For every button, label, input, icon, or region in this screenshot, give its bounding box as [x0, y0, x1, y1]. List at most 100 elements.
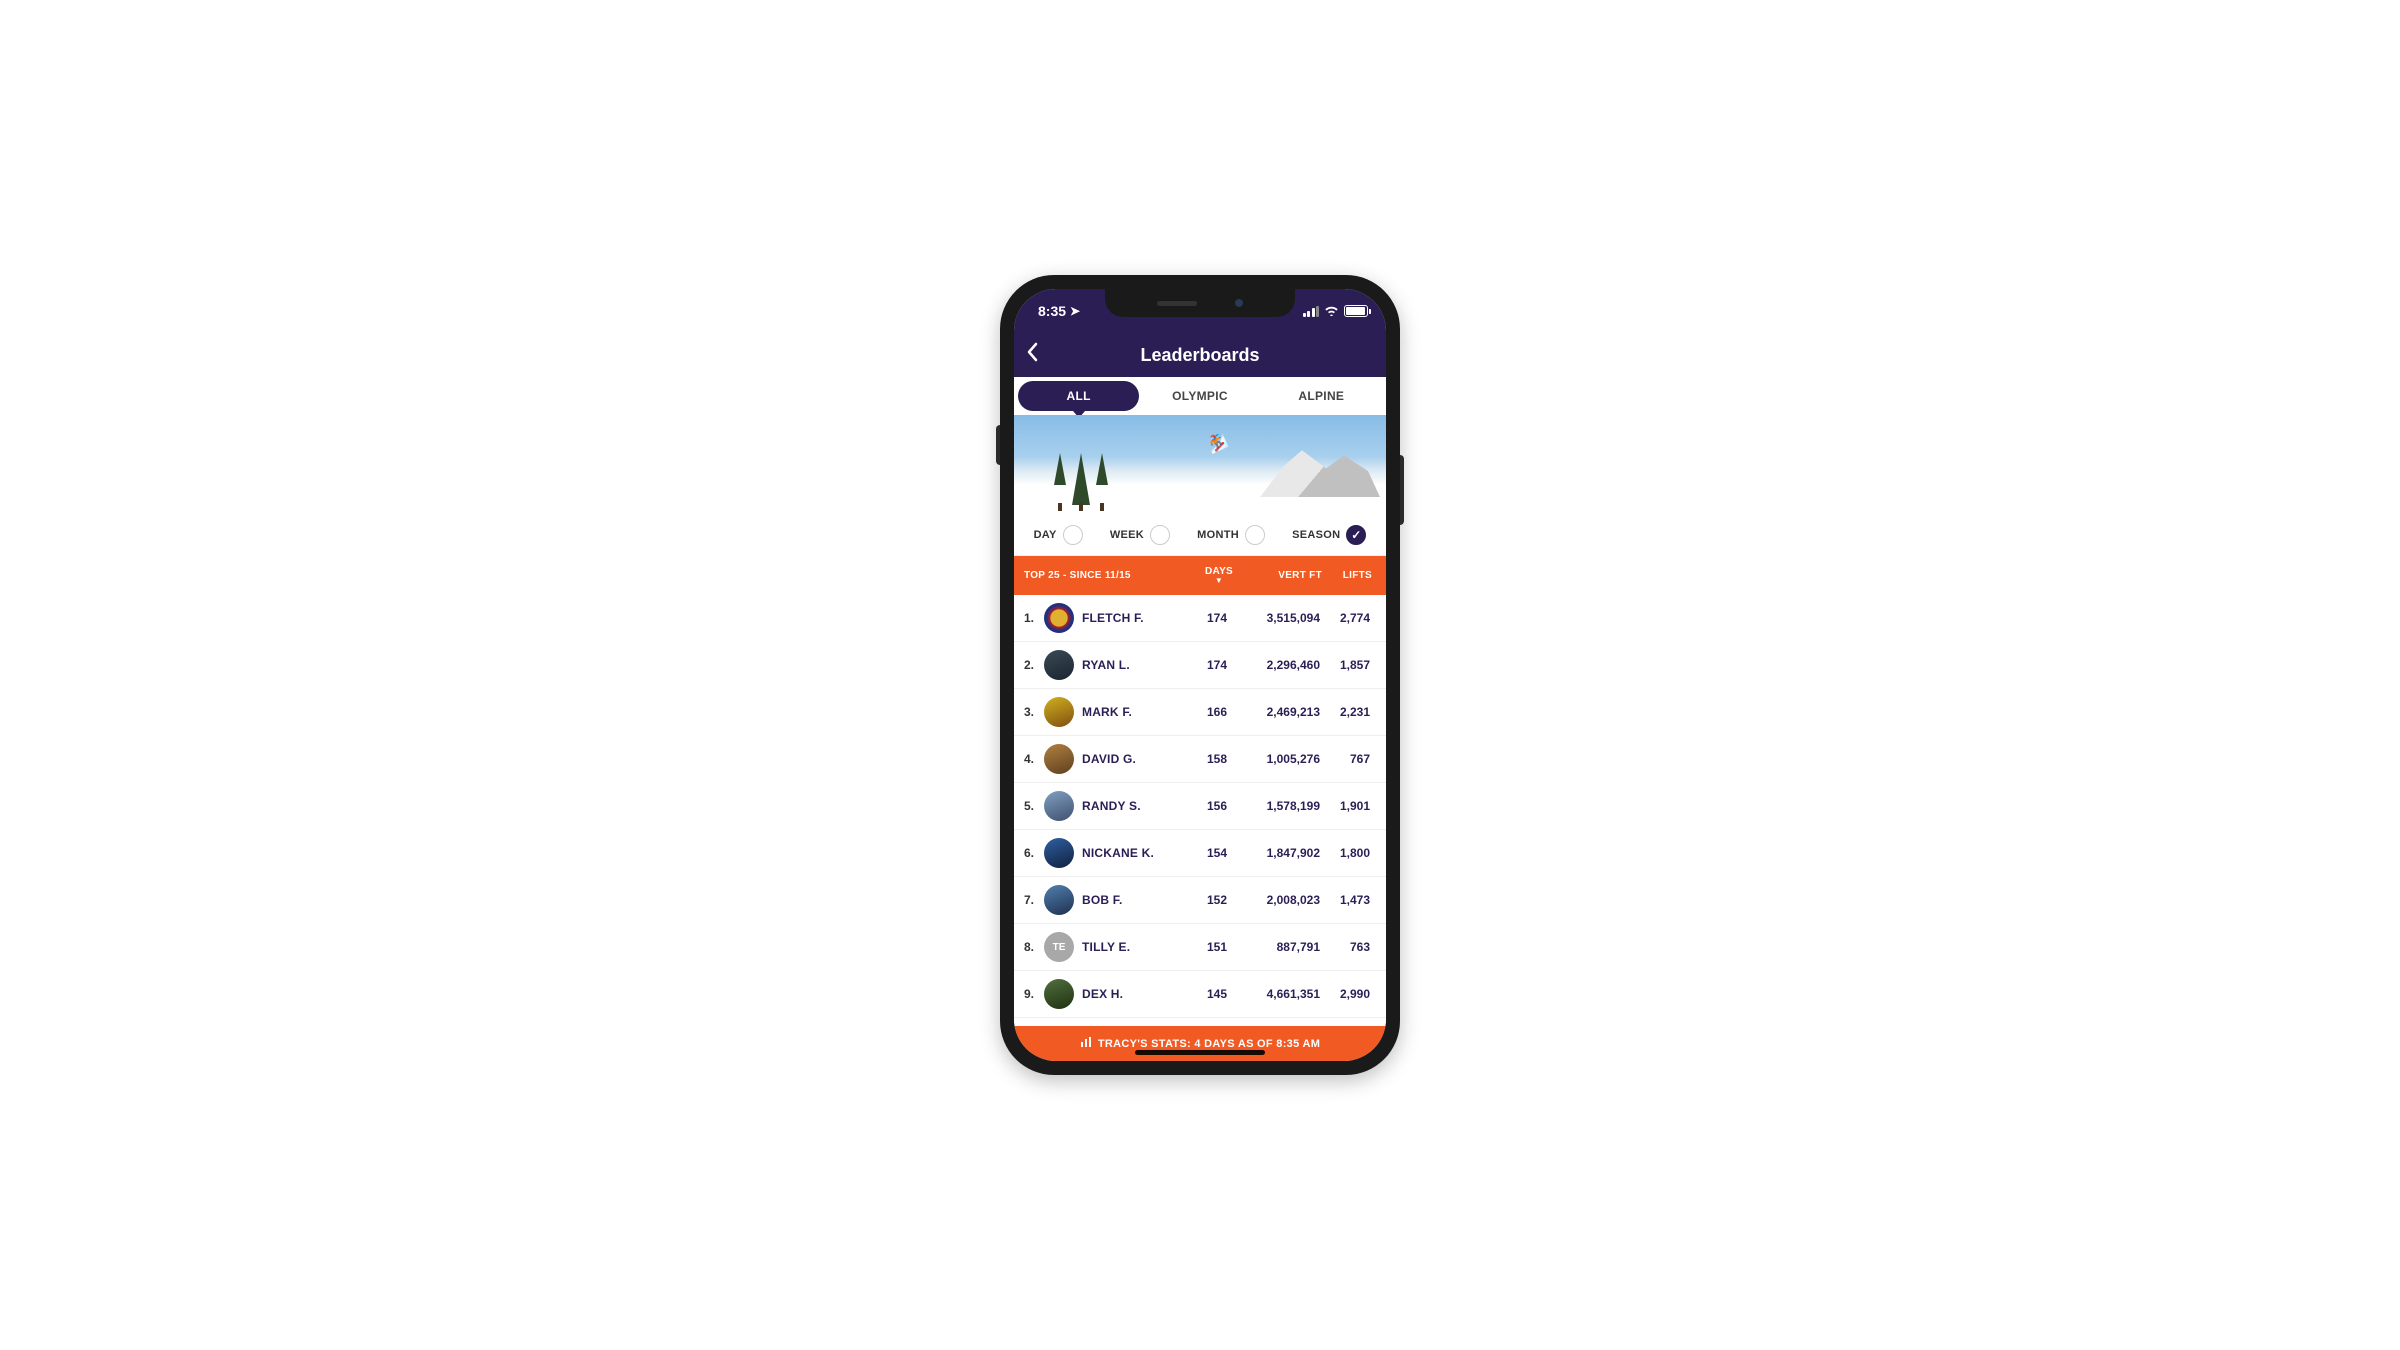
avatar [1044, 885, 1074, 915]
days-value: 152 [1192, 893, 1242, 907]
lifts-value: 2,774 [1320, 611, 1370, 625]
leaderboard-row[interactable]: 4. DAVID G.1581,005,276767 [1014, 736, 1386, 783]
days-value: 174 [1192, 658, 1242, 672]
avatar [1044, 838, 1074, 868]
tab-alpine[interactable]: ALPINE [1261, 381, 1382, 411]
lifts-value: 1,901 [1320, 799, 1370, 813]
leaderboard-row[interactable]: 6. NICKANE K.1541,847,9021,800 [1014, 830, 1386, 877]
lifts-value: 1,800 [1320, 846, 1370, 860]
filter-label: SEASON [1292, 529, 1340, 541]
status-time: 8:35 [1038, 303, 1066, 319]
vert-value: 1,847,902 [1242, 846, 1320, 860]
skier-icon: 🏂 [1204, 430, 1231, 457]
days-value: 156 [1192, 799, 1242, 813]
vert-value: 2,469,213 [1242, 705, 1320, 719]
lifts-value: 1,473 [1320, 893, 1370, 907]
col-lifts[interactable]: LIFTS [1322, 570, 1372, 581]
table-header: TOP 25 - SINCE 11/15 DAYS▼ VERT FT LIFTS [1014, 556, 1386, 595]
time-filters: DAY WEEK MONTH SEASON ✓ [1014, 515, 1386, 556]
user-name: DAVID G. [1082, 752, 1192, 766]
notch [1105, 289, 1295, 317]
filter-day[interactable]: DAY [1034, 525, 1083, 545]
battery-icon [1344, 305, 1368, 317]
col-vert[interactable]: VERT FT [1244, 570, 1322, 581]
leaderboard-row[interactable]: 3. MARK F.1662,469,2132,231 [1014, 689, 1386, 736]
sort-indicator-icon: ▼ [1194, 576, 1244, 585]
filter-label: WEEK [1110, 529, 1144, 541]
col-days[interactable]: DAYS▼ [1194, 566, 1244, 585]
filter-season[interactable]: SEASON ✓ [1292, 525, 1366, 545]
vert-value: 2,008,023 [1242, 893, 1320, 907]
back-button[interactable] [1026, 342, 1038, 368]
days-value: 145 [1192, 987, 1242, 1001]
leaderboard-row[interactable]: 1. FLETCH F.1743,515,0942,774 [1014, 595, 1386, 642]
filter-label: DAY [1034, 529, 1057, 541]
user-name: DEX H. [1082, 987, 1192, 1001]
category-tabs: ALLOLYMPICALPINE [1014, 377, 1386, 415]
rank: 5. [1024, 799, 1042, 813]
avatar [1044, 603, 1074, 633]
days-value: 158 [1192, 752, 1242, 766]
tab-olympic[interactable]: OLYMPIC [1139, 381, 1260, 411]
tab-all[interactable]: ALL [1018, 381, 1139, 411]
user-name: MARK F. [1082, 705, 1192, 719]
lifts-value: 2,231 [1320, 705, 1370, 719]
leaderboard-row[interactable]: 7. BOB F.1522,008,0231,473 [1014, 877, 1386, 924]
nav-bar: Leaderboards [1014, 333, 1386, 377]
lifts-value: 767 [1320, 752, 1370, 766]
hero-image: 🏂 [1014, 415, 1386, 515]
leaderboard-row[interactable]: 8.TETILLY E.151887,791763 [1014, 924, 1386, 971]
days-value: 154 [1192, 846, 1242, 860]
user-name: TILLY E. [1082, 940, 1192, 954]
radio-checked-icon: ✓ [1346, 525, 1366, 545]
rank: 6. [1024, 846, 1042, 860]
days-value: 174 [1192, 611, 1242, 625]
rank: 9. [1024, 987, 1042, 1001]
rank: 7. [1024, 893, 1042, 907]
rank: 3. [1024, 705, 1042, 719]
lifts-value: 1,857 [1320, 658, 1370, 672]
radio-icon [1063, 525, 1083, 545]
my-stats-text: TRACY'S STATS: 4 DAYS AS OF 8:35 AM [1098, 1038, 1320, 1050]
vert-value: 1,005,276 [1242, 752, 1320, 766]
vert-value: 1,578,199 [1242, 799, 1320, 813]
avatar: TE [1044, 932, 1074, 962]
lifts-value: 763 [1320, 940, 1370, 954]
avatar [1044, 697, 1074, 727]
rank: 1. [1024, 611, 1042, 625]
avatar [1044, 979, 1074, 1009]
home-indicator[interactable] [1135, 1050, 1265, 1055]
phone-frame: 8:35 ➤ Leaderboards ALLOLYMPICALPINE [1000, 275, 1400, 1075]
wifi-icon [1324, 304, 1339, 319]
stats-icon [1080, 1036, 1092, 1051]
leaderboard-row[interactable]: 9. DEX H.1454,661,3512,990 [1014, 971, 1386, 1018]
user-name: RYAN L. [1082, 658, 1192, 672]
leaderboard-list[interactable]: 1.FLETCH F.1743,515,0942,7742.RYAN L.174… [1014, 595, 1386, 1026]
vert-value: 4,661,351 [1242, 987, 1320, 1001]
user-name: FLETCH F. [1082, 611, 1192, 625]
filter-week[interactable]: WEEK [1110, 525, 1170, 545]
filter-month[interactable]: MONTH [1197, 525, 1265, 545]
user-name: NICKANE K. [1082, 846, 1192, 860]
days-value: 151 [1192, 940, 1242, 954]
avatar [1044, 650, 1074, 680]
radio-icon [1150, 525, 1170, 545]
vert-value: 3,515,094 [1242, 611, 1320, 625]
rank: 4. [1024, 752, 1042, 766]
lifts-value: 2,990 [1320, 987, 1370, 1001]
radio-icon [1245, 525, 1265, 545]
user-name: RANDY S. [1082, 799, 1192, 813]
user-name: BOB F. [1082, 893, 1192, 907]
rank: 2. [1024, 658, 1042, 672]
table-title: TOP 25 - SINCE 11/15 [1024, 570, 1194, 581]
avatar [1044, 744, 1074, 774]
days-value: 166 [1192, 705, 1242, 719]
my-stats-bar[interactable]: TRACY'S STATS: 4 DAYS AS OF 8:35 AM [1014, 1026, 1386, 1061]
vert-value: 2,296,460 [1242, 658, 1320, 672]
leaderboard-row[interactable]: 2. RYAN L.1742,296,4601,857 [1014, 642, 1386, 689]
page-title: Leaderboards [1140, 345, 1259, 366]
cellular-icon [1303, 306, 1320, 317]
vert-value: 887,791 [1242, 940, 1320, 954]
filter-label: MONTH [1197, 529, 1239, 541]
leaderboard-row[interactable]: 5. RANDY S.1561,578,1991,901 [1014, 783, 1386, 830]
